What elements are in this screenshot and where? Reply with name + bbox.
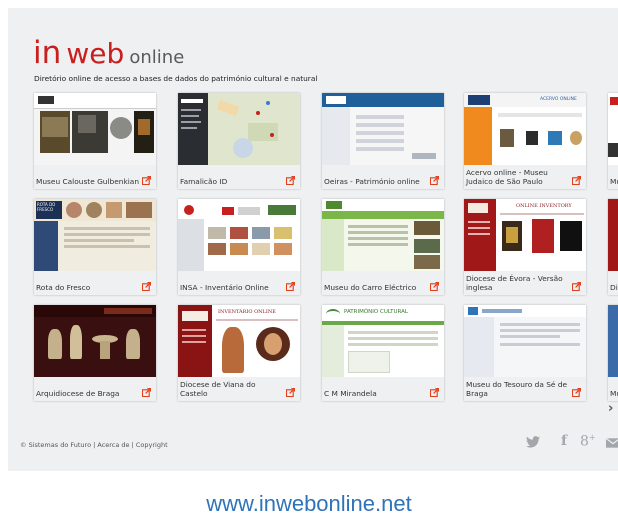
card-label: Museu Calouste Gulbenkian	[36, 177, 140, 186]
external-link-icon[interactable]	[286, 282, 295, 291]
google-plus-icon[interactable]: 8+	[580, 433, 596, 450]
card-partial-1[interactable]: Mu	[608, 93, 618, 189]
card-thumbnail	[608, 199, 618, 271]
card-label: Museu do Carro Eléctrico	[324, 283, 417, 292]
logo-online: online	[129, 47, 185, 68]
site-logo[interactable]: in web online	[33, 38, 184, 69]
card-museu-calouste-gulbenkian[interactable]: Museu Calouste Gulbenkian	[34, 93, 156, 189]
card-insa-inventario-online[interactable]: INSA - Inventário Online	[178, 199, 300, 295]
card-famalicao-id[interactable]: Famalicão ID	[178, 93, 300, 189]
card-label: Diocese de Évora - Versão inglesa	[466, 274, 563, 292]
card-caption: Mu	[608, 165, 618, 189]
card-diocese-de-evora[interactable]: ONLINE INVENTORY Diocese de Évora - Vers…	[464, 199, 586, 295]
card-label: Arquidiocese de Braga	[36, 389, 120, 398]
card-thumbnail	[608, 305, 618, 377]
watermark-url: www.inwebonline.net	[206, 491, 412, 516]
card-thumbnail: ONLINE INVENTORY	[464, 199, 586, 271]
card-arquidiocese-de-braga[interactable]: Arquidiocese de Braga	[34, 305, 156, 401]
card-label: Di	[610, 283, 618, 292]
card-label: Mu	[610, 177, 618, 186]
email-icon[interactable]	[606, 438, 618, 448]
card-thumbnail	[322, 93, 444, 165]
card-caption: Diocese de Viana do Castelo	[178, 377, 300, 401]
card-caption: Acervo online - Museu Judaico de São Pau…	[464, 165, 586, 189]
card-thumbnail	[178, 199, 300, 271]
external-link-icon[interactable]	[142, 388, 151, 397]
footer-links[interactable]: © Sistemas do Futuro | Acerca de | Copyr…	[20, 441, 168, 449]
external-link-icon[interactable]	[572, 176, 581, 185]
page-subtitle: Diretório online de acesso a bases de da…	[34, 74, 318, 83]
card-partial-3[interactable]: Mu	[608, 305, 618, 401]
card-partial-2[interactable]: Di	[608, 199, 618, 295]
external-link-icon[interactable]	[286, 388, 295, 397]
card-caption: Museu Calouste Gulbenkian	[34, 165, 156, 189]
card-label: Acervo online - Museu Judaico de São Pau…	[466, 168, 548, 186]
card-caption: Arquidiocese de Braga	[34, 377, 156, 401]
card-caption: Museu do Tesouro da Sé de Braga	[464, 377, 586, 401]
thumb-acervo-text: ACERVO ONLINE	[540, 97, 577, 102]
external-link-icon[interactable]	[142, 282, 151, 291]
card-caption: Diocese de Évora - Versão inglesa	[464, 271, 586, 295]
external-link-icon[interactable]	[142, 176, 151, 185]
external-link-icon[interactable]	[572, 388, 581, 397]
card-oeiras-patrimonio-online[interactable]: Oeiras - Património online	[322, 93, 444, 189]
card-label: Rota do Fresco	[36, 283, 91, 292]
card-caption: Rota do Fresco	[34, 271, 156, 295]
card-thumbnail	[464, 305, 586, 377]
directory-panel: in web online Diretório online de acesso…	[8, 8, 618, 471]
card-thumbnail	[34, 93, 156, 165]
card-thumbnail: ROTA DO FRESCO	[34, 199, 156, 271]
card-thumbnail	[322, 199, 444, 271]
external-link-icon[interactable]	[430, 388, 439, 397]
card-thumbnail	[34, 305, 156, 377]
card-thumbnail: ACERVO ONLINE	[464, 93, 586, 165]
card-caption: Oeiras - Património online	[322, 165, 444, 189]
card-caption: C M Mirandela	[322, 377, 444, 401]
card-thumbnail: INVENTÁRIO ONLINE	[178, 305, 300, 377]
card-label: Famalicão ID	[180, 177, 228, 186]
card-c-m-mirandela[interactable]: PATRIMÓNIO CULTURAL C M Mirandela	[322, 305, 444, 401]
card-caption: Famalicão ID	[178, 165, 300, 189]
external-link-icon[interactable]	[430, 282, 439, 291]
thumb-online-inventory-text: ONLINE INVENTORY	[516, 203, 572, 209]
next-page-arrow[interactable]: ›	[608, 401, 613, 416]
card-caption: INSA - Inventário Online	[178, 271, 300, 295]
external-link-icon[interactable]	[430, 176, 439, 185]
card-thumbnail	[178, 93, 300, 165]
thumb-patrimonio-text: PATRIMÓNIO CULTURAL	[344, 309, 408, 315]
thumb-rota-text: ROTA DO FRESCO	[36, 201, 62, 219]
card-label: Oeiras - Património online	[324, 177, 420, 186]
external-link-icon[interactable]	[286, 176, 295, 185]
card-diocese-de-viana-do-castelo[interactable]: INVENTÁRIO ONLINE Diocese de Viana do Ca…	[178, 305, 300, 401]
facebook-icon[interactable]: f	[561, 433, 567, 449]
card-label: C M Mirandela	[324, 389, 377, 398]
card-museu-do-carro-electrico[interactable]: Museu do Carro Eléctrico	[322, 199, 444, 295]
card-rota-do-fresco[interactable]: ROTA DO FRESCO Rota do Fresco	[34, 199, 156, 295]
logo-web: web	[66, 37, 125, 70]
card-label: Mu	[610, 389, 618, 398]
card-label: Diocese de Viana do Castelo	[180, 380, 256, 398]
card-thumbnail	[608, 93, 618, 165]
thumb-inventario-online-text: INVENTÁRIO ONLINE	[218, 309, 276, 315]
card-acervo-online-museu-judaico[interactable]: ACERVO ONLINE Acervo online - Museu Juda…	[464, 93, 586, 189]
card-caption: Museu do Carro Eléctrico	[322, 271, 444, 295]
card-thumbnail: PATRIMÓNIO CULTURAL	[322, 305, 444, 377]
card-museu-do-tesouro-da-se-de-braga[interactable]: Museu do Tesouro da Sé de Braga	[464, 305, 586, 401]
external-link-icon[interactable]	[572, 282, 581, 291]
twitter-icon[interactable]	[526, 436, 540, 448]
card-caption: Mu	[608, 377, 618, 401]
card-label: Museu do Tesouro da Sé de Braga	[466, 380, 568, 398]
card-caption: Di	[608, 271, 618, 295]
logo-in: in	[33, 35, 62, 71]
card-label: INSA - Inventário Online	[180, 283, 269, 292]
